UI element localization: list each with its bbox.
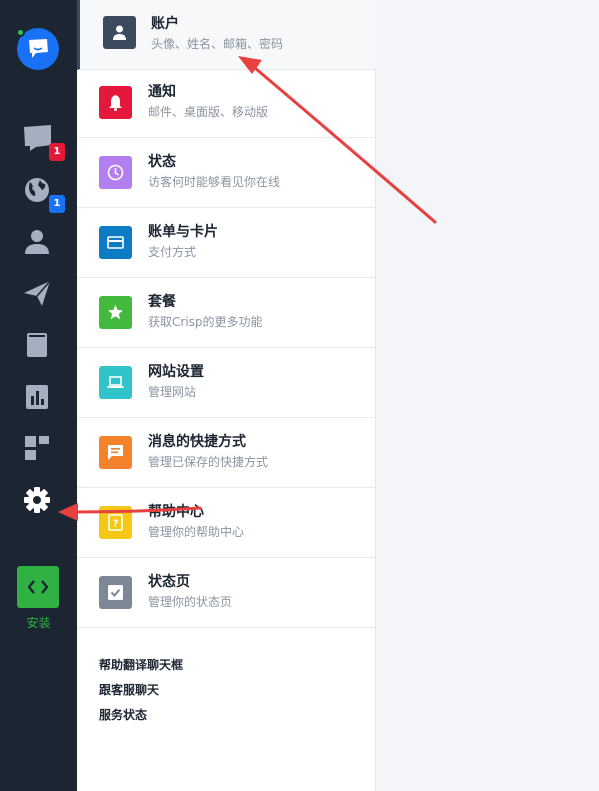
chat-unread-badge: 1	[49, 143, 65, 161]
settings-panel: 账户 头像、姓名、邮箱、密码 通知 邮件、桌面版、移动版 状态 访客何时能够看见…	[77, 0, 376, 791]
book-icon[interactable]	[23, 331, 53, 361]
item-subtitle: 获取Crisp的更多功能	[148, 315, 263, 329]
send-icon[interactable]	[23, 279, 53, 309]
visitors-badge: 1	[49, 195, 65, 213]
item-title: 账单与卡片	[148, 224, 218, 240]
settings-item-shortcuts[interactable]: 消息的快捷方式 管理已保存的快捷方式	[77, 418, 376, 488]
install-button[interactable]	[17, 566, 59, 608]
install-label: 安装	[26, 616, 51, 630]
plugins-icon[interactable]	[23, 434, 53, 464]
settings-item-availability[interactable]: 状态 访客何时能够看见你在线	[77, 138, 376, 208]
settings-item-billing[interactable]: 账单与卡片 支付方式	[77, 208, 376, 278]
link-translate-chatbox[interactable]: 帮助翻译聊天框	[99, 656, 183, 673]
item-subtitle: 支付方式	[148, 245, 197, 259]
message-icon	[99, 436, 132, 469]
item-subtitle: 头像、姓名、邮箱、密码	[151, 37, 284, 51]
item-title: 状态	[148, 154, 176, 170]
item-title: 套餐	[148, 294, 176, 310]
settings-item-notifications[interactable]: 通知 邮件、桌面版、移动版	[77, 68, 376, 138]
svg-text:?: ?	[113, 519, 119, 530]
credit-card-icon	[99, 226, 132, 259]
contacts-icon[interactable]	[23, 227, 53, 257]
laptop-icon	[99, 366, 132, 399]
settings-item-account[interactable]: 账户 头像、姓名、邮箱、密码	[77, 0, 376, 70]
online-status-dot	[16, 28, 25, 37]
left-nav: 1 1 安装	[0, 0, 77, 791]
item-subtitle: 邮件、桌面版、移动版	[148, 105, 269, 119]
item-title: 网站设置	[148, 364, 204, 380]
link-service-status[interactable]: 服务状态	[99, 706, 147, 723]
analytics-icon[interactable]	[23, 383, 53, 413]
settings-item-status-page[interactable]: 状态页 管理你的状态页	[77, 558, 376, 628]
item-title: 账户	[151, 16, 179, 32]
bell-icon	[99, 86, 132, 119]
link-chat-with-support[interactable]: 跟客服聊天	[99, 681, 159, 698]
checkbox-icon	[99, 576, 132, 609]
item-title: 帮助中心	[148, 504, 204, 520]
user-icon	[103, 16, 136, 49]
settings-item-website[interactable]: 网站设置 管理网站	[77, 348, 376, 418]
item-subtitle: 管理你的状态页	[148, 595, 233, 609]
chat-bubble-icon	[29, 39, 48, 58]
settings-item-helpdesk[interactable]: ? 帮助中心 管理你的帮助中心	[77, 488, 376, 558]
item-title: 消息的快捷方式	[148, 434, 246, 450]
settings-item-plans[interactable]: 套餐 获取Crisp的更多功能	[77, 278, 376, 348]
code-icon	[28, 580, 48, 594]
item-title: 通知	[148, 84, 176, 100]
item-subtitle: 管理网站	[148, 385, 197, 399]
item-subtitle: 管理你的帮助中心	[148, 525, 245, 539]
help-icon: ?	[99, 506, 132, 539]
item-subtitle: 管理已保存的快捷方式	[148, 455, 269, 469]
item-title: 状态页	[148, 574, 190, 590]
star-icon	[99, 296, 132, 329]
item-subtitle: 访客何时能够看见你在线	[148, 175, 281, 189]
clock-icon	[99, 156, 132, 189]
settings-gear-icon[interactable]	[23, 486, 53, 516]
